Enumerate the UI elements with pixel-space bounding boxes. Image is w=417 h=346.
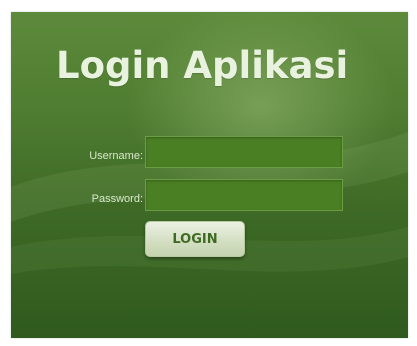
username-field[interactable]	[145, 136, 343, 168]
page-title: Login Aplikasi	[56, 44, 349, 87]
login-button[interactable]: LOGIN	[145, 221, 245, 257]
login-panel: Login Aplikasi Username: Password: LOGIN	[11, 12, 408, 338]
password-field[interactable]	[145, 179, 343, 211]
password-label: Password:	[91, 193, 143, 205]
username-label: Username:	[89, 150, 143, 162]
